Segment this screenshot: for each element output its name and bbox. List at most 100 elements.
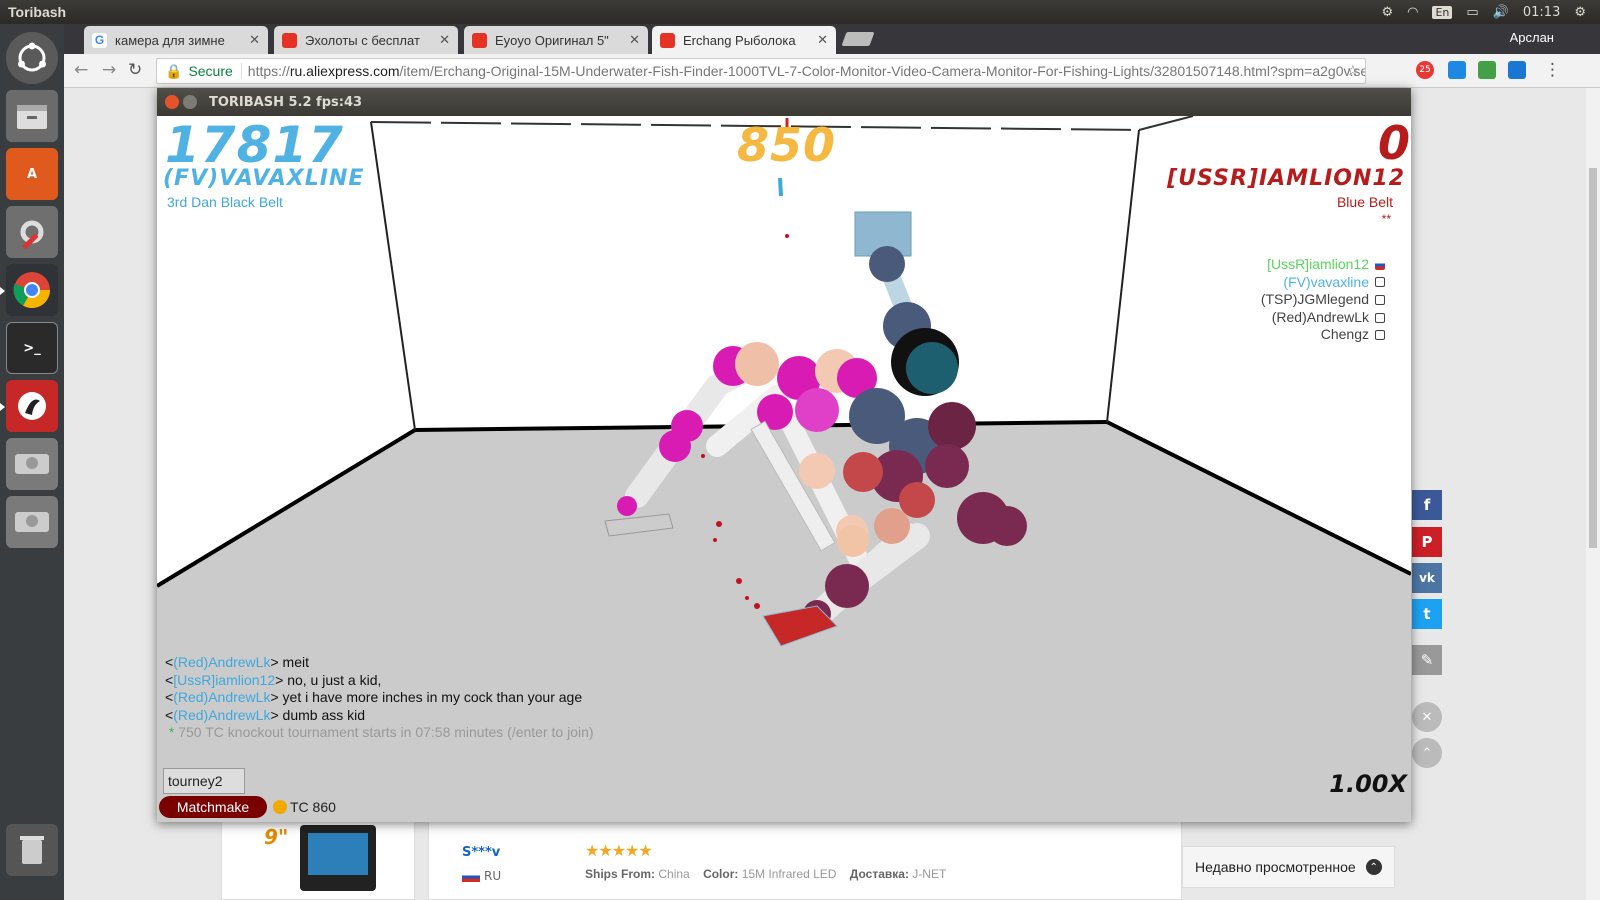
extension-off-icon[interactable] — [1448, 61, 1466, 79]
russia-flag-icon — [1375, 259, 1385, 270]
recently-viewed-label: Недавно просмотренное — [1195, 859, 1356, 875]
toribash-window[interactable]: TORIBASH 5.2 fps:43 17817 (FV)VAVAXLINE … — [157, 88, 1411, 822]
menu-icon[interactable]: ⋮ — [1544, 60, 1561, 80]
aliexpress-icon — [660, 32, 675, 48]
unity-launcher: A >_ — [0, 24, 64, 900]
game-window-titlebar[interactable]: TORIBASH 5.2 fps:43 — [157, 88, 1411, 116]
right-player-name: [USSR]IAMLION12 — [1167, 166, 1405, 191]
thumbnail-label: 9" — [264, 825, 289, 849]
game-scene[interactable]: 17817 (FV)VAVAXLINE 3rd Dan Black Belt 8… — [157, 116, 1411, 822]
chat-input[interactable]: tourney2 — [163, 768, 245, 794]
left-player-name: (FV)VAVAXLINE — [163, 166, 365, 191]
back-icon[interactable]: ← — [74, 60, 88, 80]
rating-stars: ★★★★★ — [585, 841, 653, 860]
aliexpress-icon — [282, 32, 297, 48]
steam-icon[interactable]: ⚙ — [1381, 5, 1393, 20]
chat-log: <(Red)AndrewLk> meit <[UssR]iamlion12> n… — [165, 654, 594, 742]
new-tab-button[interactable] — [841, 32, 875, 46]
edit-icon[interactable]: ✎ — [1412, 645, 1442, 675]
url-text: https://ru.aliexpress.com/item/Erchang-O… — [247, 63, 1366, 79]
profile-name[interactable]: Арслан — [1510, 30, 1554, 45]
feedback-card: S***v RU ★★★★★ Ships From: China Color: … — [428, 818, 1182, 900]
system-message: * 750 TC knockout tournament starts in 0… — [168, 724, 594, 741]
system-tray: ⚙ ◠ En ▭ 🔊 01:13 ⚙ — [1381, 0, 1586, 24]
scrollbar-thumb[interactable] — [1589, 168, 1597, 548]
matchmake-button[interactable]: Matchmake — [159, 796, 267, 818]
tab-label: Эхолоты с бесплат — [305, 32, 420, 48]
system-settings-icon[interactable] — [6, 206, 58, 258]
game-window-title: TORIBASH 5.2 fps:43 — [209, 94, 363, 110]
browser-toolbar: ← → ↻ 🔒 Secure https://ru.aliexpress.com… — [64, 54, 1600, 88]
close-tab-icon[interactable]: ✕ — [249, 32, 260, 48]
player-figure-icon — [1375, 294, 1385, 305]
wifi-icon[interactable]: ◠ — [1407, 5, 1418, 20]
software-center-icon[interactable]: A — [6, 148, 58, 200]
match-score: 850 — [737, 118, 837, 172]
twitter-share-icon[interactable]: t — [1412, 599, 1442, 629]
secure-label: Secure — [188, 63, 242, 79]
close-circle-icon[interactable]: ✕ — [1412, 702, 1442, 732]
recently-viewed-panel[interactable]: Недавно просмотренное ⌃ — [1182, 846, 1395, 888]
address-bar[interactable]: 🔒 Secure https://ru.aliexpress.com/item/… — [156, 58, 1366, 84]
replay-speed[interactable]: 1.00X — [1329, 770, 1407, 798]
chat-message: <(Red)AndrewLk> yet i have more inches i… — [165, 689, 583, 706]
reload-icon[interactable]: ↻ — [128, 60, 142, 80]
battery-icon[interactable]: ▭ — [1466, 5, 1478, 20]
close-tab-icon[interactable]: ✕ — [629, 32, 640, 48]
power-gear-icon[interactable]: ⚙ — [1574, 5, 1586, 20]
terminal-icon[interactable]: >_ — [6, 322, 58, 374]
browser-tab-2[interactable]: Эхолоты с бесплат ✕ — [274, 26, 458, 54]
clock[interactable]: 01:13 — [1523, 5, 1560, 20]
drive-icon[interactable] — [6, 438, 58, 490]
player-list-item[interactable]: (Red)AndrewLk — [1261, 309, 1385, 327]
trash-icon[interactable] — [6, 824, 58, 876]
chevron-up-icon[interactable]: ⌃ — [1365, 859, 1382, 875]
system-top-bar: Toribash ⚙ ◠ En ▭ 🔊 01:13 ⚙ — [0, 0, 1600, 24]
right-player-belt: Blue Belt — [1336, 194, 1393, 210]
aliexpress-icon — [472, 32, 487, 48]
active-app-title: Toribash — [8, 4, 67, 20]
close-tab-icon[interactable]: ✕ — [817, 32, 828, 48]
player-list-item[interactable]: (TSP)JGMlegend — [1261, 291, 1385, 309]
ubuntu-dash-icon[interactable] — [6, 32, 58, 84]
drive-icon-2[interactable] — [6, 496, 58, 548]
scroll-top-icon[interactable]: ⌃ — [1412, 738, 1442, 768]
browser-tab-4-active[interactable]: Erchang Рыболока ✕ — [652, 26, 836, 54]
window-close-icon[interactable] — [165, 95, 179, 109]
facebook-share-icon[interactable]: f — [1412, 490, 1442, 520]
window-minimize-icon[interactable] — [183, 95, 197, 109]
player-figure-icon — [1375, 330, 1385, 341]
google-icon: G — [92, 32, 107, 48]
player-figure-icon — [1375, 312, 1385, 323]
product-thumbnail-card[interactable]: 9" — [221, 818, 415, 900]
right-player-rank-stars: ** — [1381, 212, 1391, 226]
translate-extension-icon[interactable] — [1508, 61, 1526, 79]
forward-icon[interactable]: → — [102, 60, 116, 80]
chrome-icon[interactable] — [0, 264, 58, 316]
tab-label: Erchang Рыболока — [683, 32, 796, 48]
left-player-belt: 3rd Dan Black Belt — [167, 194, 283, 210]
toribash-icon[interactable] — [0, 380, 58, 432]
player-list-item[interactable]: (FV)vavaxline — [1261, 274, 1385, 292]
browser-tab-1[interactable]: G камера для зимне ✕ — [84, 26, 268, 54]
download-extension-icon[interactable] — [1478, 61, 1496, 79]
vk-share-icon[interactable]: vk — [1412, 563, 1442, 593]
files-icon[interactable] — [6, 90, 58, 142]
order-info: Ships From: China Color: 15M Infrared LE… — [585, 867, 947, 881]
chat-message: <(Red)AndrewLk> dumb ass kid — [165, 706, 366, 723]
player-list-item[interactable]: [UssR]iamlion12 — [1261, 256, 1385, 274]
volume-icon[interactable]: 🔊 — [1493, 5, 1509, 20]
keyboard-layout-indicator[interactable]: En — [1432, 5, 1453, 19]
room-player-list: [UssR]iamlion12 (FV)vavaxline (TSP)JGMle… — [1261, 256, 1385, 344]
bookmark-star-icon[interactable]: ☆ — [1346, 62, 1359, 79]
close-tab-icon[interactable]: ✕ — [439, 32, 450, 48]
reviewer-name[interactable]: S***v — [462, 845, 500, 860]
chat-message: <(Red)AndrewLk> meit — [165, 654, 309, 670]
extension-badge-icon[interactable]: 25 — [1416, 61, 1434, 79]
page-scrollbar[interactable] — [1586, 88, 1600, 900]
browser-tab-3[interactable]: Eyoyo Оригинал 5" ✕ — [464, 26, 648, 54]
toricredits-display: TC 860 — [273, 799, 336, 815]
player-list-item[interactable]: Chengz — [1261, 326, 1385, 344]
browser-tab-strip: G камера для зимне ✕ Эхолоты с бесплат ✕… — [64, 24, 1600, 54]
pinterest-share-icon[interactable]: P — [1412, 527, 1442, 557]
